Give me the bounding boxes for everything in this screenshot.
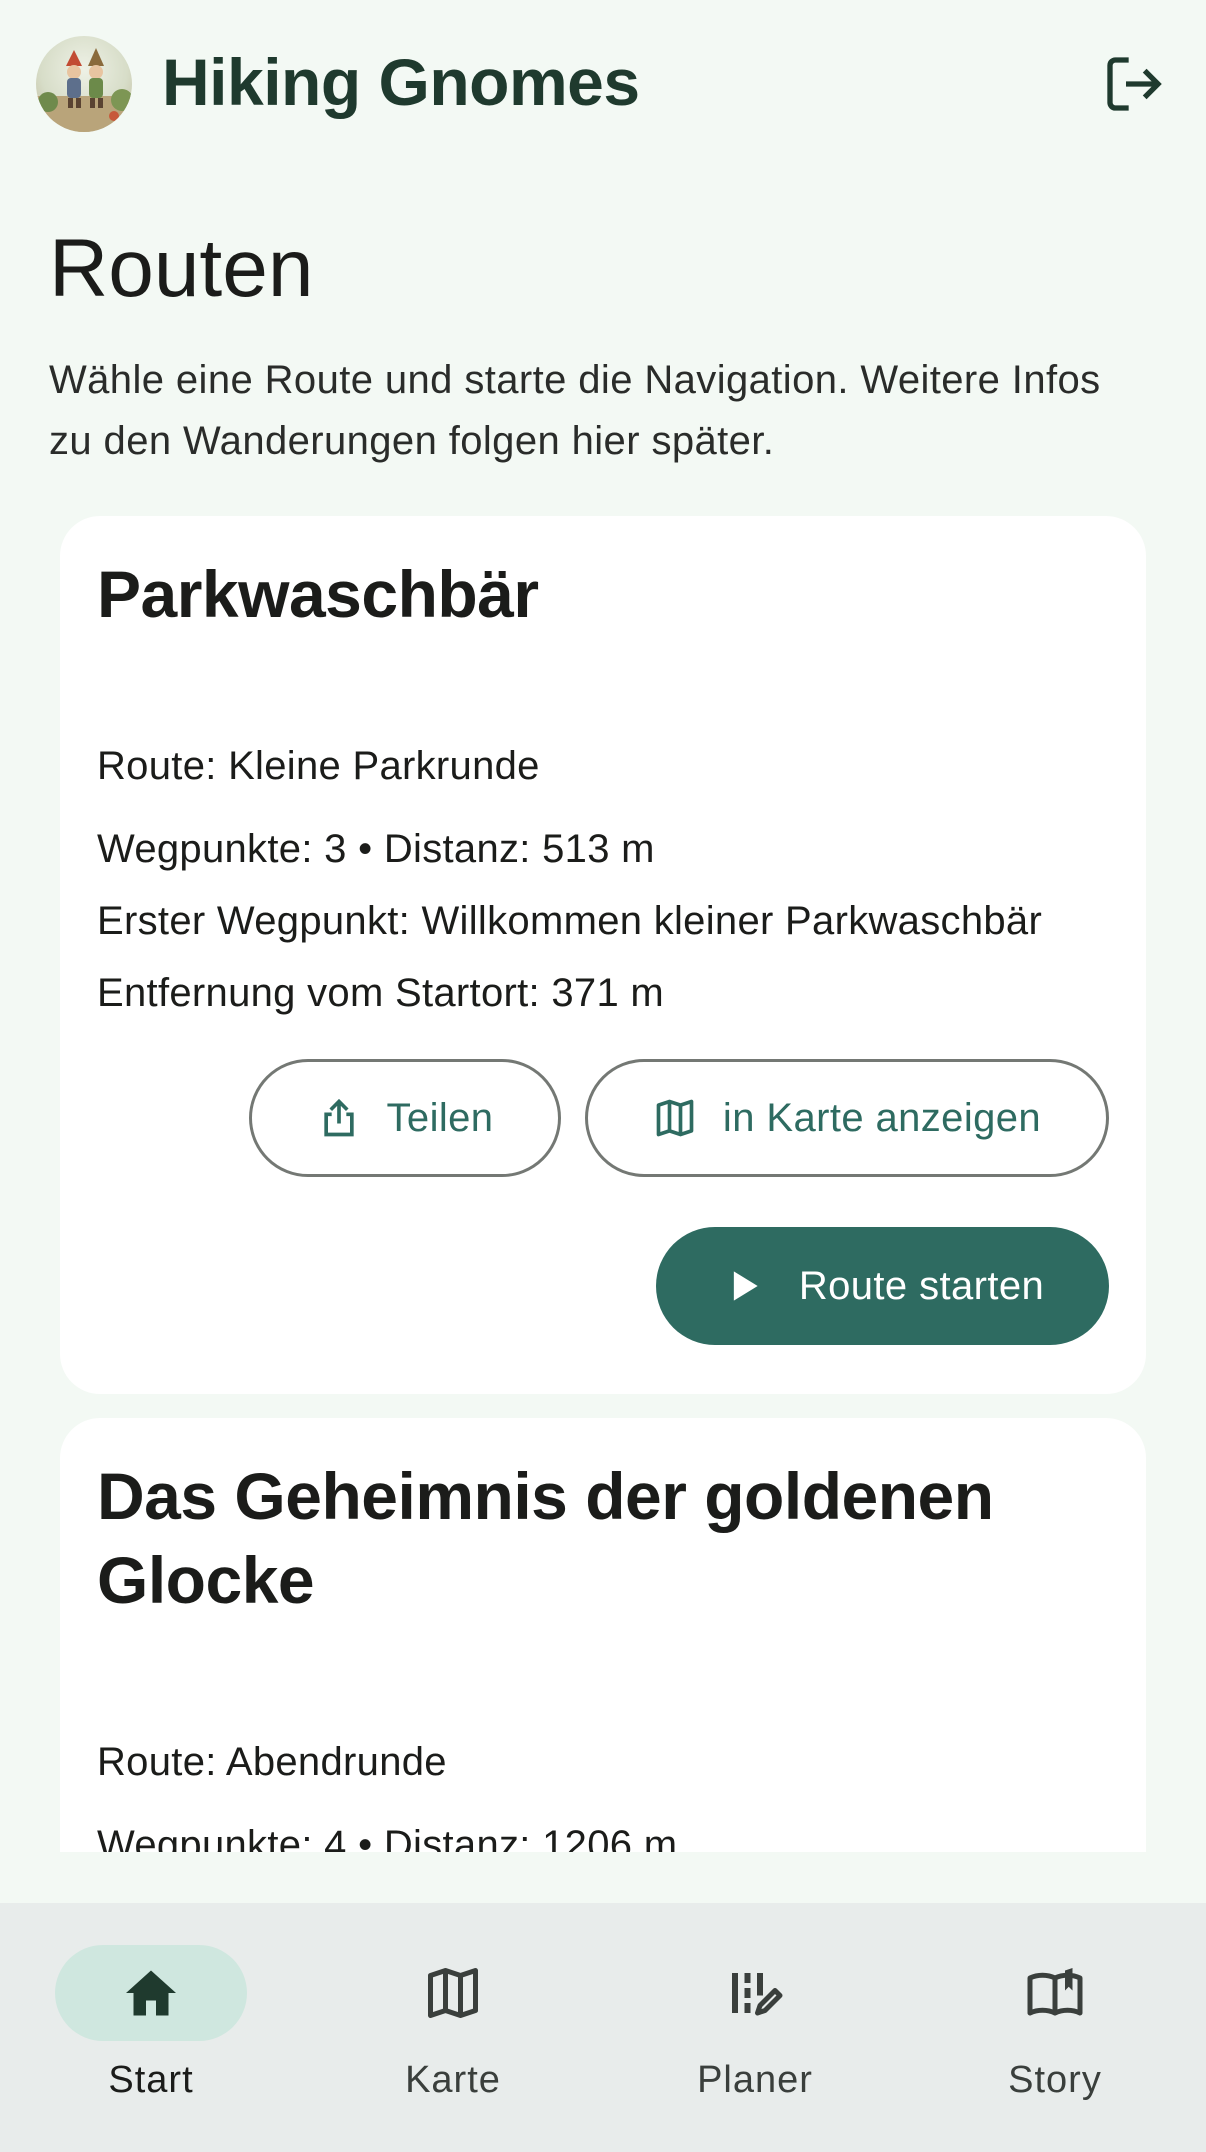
route-title: Das Geheimnis der goldenen Glocke [97, 1459, 994, 1617]
start-route-button[interactable]: Route starten [656, 1227, 1109, 1345]
page-title: Routen [49, 223, 314, 314]
route-distance-from-start: Entfernung vom Startort: 371 m [97, 971, 665, 1015]
nav-item-planer[interactable]: Planer [604, 1903, 906, 2152]
route-stats: Wegpunkte: 3 • Distanz: 513 m [97, 827, 655, 871]
play-icon [721, 1264, 765, 1308]
nav-item-karte[interactable]: Karte [302, 1903, 604, 2152]
bottom-navigation: Start Karte Planer Story [0, 1903, 1206, 2152]
show-on-map-label: in Karte anzeigen [722, 1095, 1042, 1140]
route-title: Parkwaschbär [97, 557, 539, 631]
logout-icon [1107, 57, 1162, 111]
show-on-map-button[interactable]: in Karte anzeigen [585, 1059, 1109, 1177]
home-icon [121, 1963, 181, 2023]
app-title: Hiking Gnomes [162, 45, 640, 119]
route-first-waypoint: Erster Wegpunkt: Willkommen kleiner Park… [97, 899, 1043, 943]
route-stats: Wegpunkte: 4 • Distanz: 1206 m [97, 1823, 678, 1852]
nav-label: Karte [405, 2059, 501, 2101]
book-icon [1025, 1963, 1085, 2023]
share-label: Teilen [386, 1095, 494, 1140]
app-bar: Hiking Gnomes [0, 0, 1206, 170]
map-icon [653, 1096, 697, 1140]
avatar[interactable] [36, 36, 132, 132]
logout-button[interactable] [1100, 50, 1168, 118]
route-name: Route: Kleine Parkrunde [97, 744, 540, 788]
routes-list[interactable]: Parkwaschbär Route: Kleine Parkrunde Weg… [0, 500, 1206, 1852]
route-card: Parkwaschbär Route: Kleine Parkrunde Weg… [60, 516, 1146, 1394]
route-name: Route: Abendrunde [97, 1740, 447, 1784]
nav-label: Story [1008, 2059, 1102, 2101]
nav-item-story[interactable]: Story [904, 1903, 1206, 2152]
share-icon [317, 1096, 361, 1140]
page-intro: Wähle eine Route und starte die Navigati… [49, 358, 1101, 463]
nav-label: Start [108, 2059, 194, 2101]
gnomes-avatar-icon [36, 48, 132, 132]
nav-item-start[interactable]: Start [0, 1903, 302, 2152]
start-route-label: Route starten [798, 1263, 1045, 1308]
nav-label: Planer [697, 2059, 813, 2101]
map-icon [423, 1963, 483, 2023]
planner-icon [725, 1963, 785, 2023]
share-button[interactable]: Teilen [249, 1059, 561, 1177]
route-card: Das Geheimnis der goldenen Glocke Route:… [60, 1418, 1146, 1852]
